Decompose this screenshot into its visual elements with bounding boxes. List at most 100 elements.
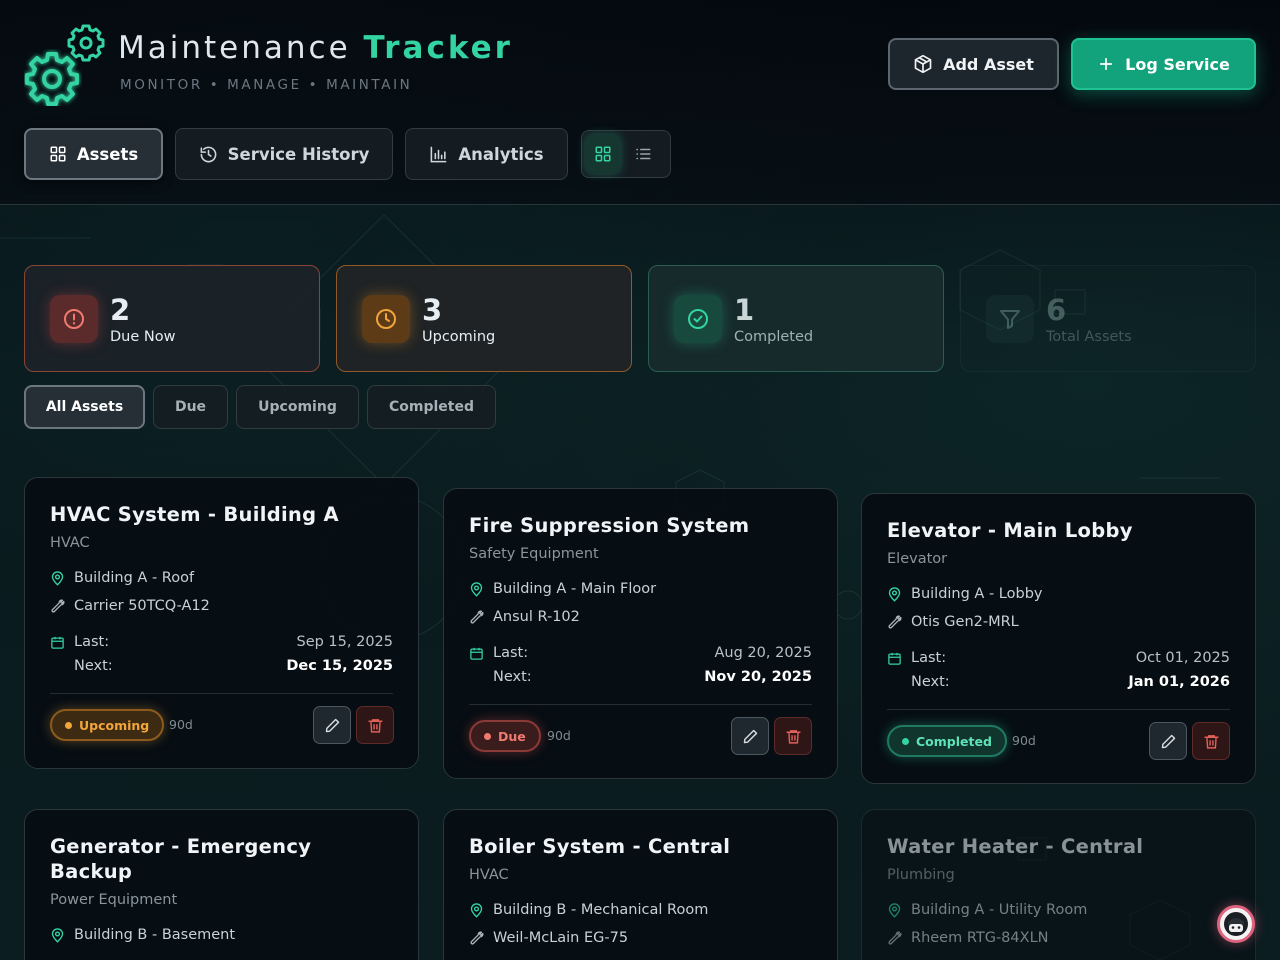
- app-title: Maintenance Tracker: [118, 30, 513, 66]
- edit-button[interactable]: [1149, 722, 1187, 760]
- filter-upcoming[interactable]: Upcoming: [236, 385, 359, 429]
- map-pin-icon: [470, 902, 483, 918]
- asset-location: Building A - Roof: [74, 570, 195, 586]
- grid-view-button[interactable]: [586, 135, 620, 173]
- last-service-label: Last:: [493, 645, 529, 661]
- tab-service-history[interactable]: Service History: [175, 128, 393, 180]
- wrench-icon: [888, 931, 902, 944]
- assistant-avatar-icon: [1224, 912, 1248, 936]
- add-asset-button[interactable]: Add Asset: [888, 38, 1059, 90]
- tab-analytics-label: Analytics: [458, 144, 544, 164]
- asset-name: Boiler System - Central: [469, 835, 731, 858]
- list-view-button[interactable]: [626, 135, 660, 173]
- asset-model-row: Weil-McLain EG-75: [469, 930, 628, 946]
- asset-location-row: Building B - Mechanical Room: [469, 902, 708, 918]
- app-title-accent: Tracker: [363, 30, 513, 66]
- edit-button[interactable]: [731, 717, 769, 755]
- asset-name: Elevator - Main Lobby: [887, 519, 1133, 542]
- pencil-icon: [325, 718, 339, 732]
- status-dot: [484, 732, 491, 740]
- alert-circle-icon: [50, 294, 98, 343]
- asset-location: Building A - Utility Room: [911, 902, 1088, 918]
- tab-assets[interactable]: Assets: [24, 128, 163, 180]
- edit-button[interactable]: [313, 706, 351, 744]
- map-pin-icon: [51, 927, 64, 943]
- trash-icon: [367, 718, 383, 733]
- asset-name-line: Generator - Emergency: [50, 835, 312, 858]
- asset-location-row: Building A - Roof: [50, 570, 194, 586]
- asset-location-row: Building A - Main Floor: [469, 581, 656, 597]
- status-label: Completed: [916, 733, 992, 749]
- asset-model-row: Otis Gen2-MRL: [887, 614, 1019, 630]
- trash-icon: [785, 729, 801, 744]
- asset-name: Water Heater - Central: [887, 835, 1144, 858]
- filter-due[interactable]: Due: [153, 385, 228, 429]
- status-dot: [65, 721, 72, 729]
- box-icon: [914, 54, 932, 74]
- service-interval: 90d: [1012, 733, 1036, 748]
- asset-model: Otis Gen2-MRL: [911, 614, 1019, 630]
- asset-card[interactable]: HVAC System - Building A HVAC Building A…: [24, 477, 419, 769]
- stat-completed-label: Completed: [734, 328, 814, 345]
- last-service-label: Last:: [911, 650, 947, 666]
- stat-upcoming-label: Upcoming: [422, 328, 496, 345]
- asset-location: Building B - Basement: [74, 927, 236, 943]
- asset-model: Weil-McLain EG-75: [493, 930, 629, 946]
- delete-button[interactable]: [356, 706, 394, 744]
- wrench-icon: [51, 599, 65, 612]
- calendar-icon: [888, 652, 901, 665]
- filter-icon: [986, 294, 1034, 343]
- app-header: Maintenance Tracker MONITOR • MANAGE • M…: [0, 0, 1280, 205]
- asset-category: HVAC: [469, 867, 509, 883]
- next-service-label: Next:: [493, 669, 532, 685]
- status-badge: Upcoming: [50, 709, 165, 741]
- tab-assets-label: Assets: [76, 144, 139, 164]
- asset-card[interactable]: Fire Suppression System Safety Equipment…: [443, 488, 838, 779]
- stat-card-upcoming[interactable]: 3 Upcoming: [336, 265, 632, 372]
- asset-name-line: Backup: [50, 860, 133, 883]
- stat-due-label: Due Now: [110, 328, 176, 345]
- status-dot: [902, 737, 909, 745]
- wrench-icon: [888, 615, 902, 628]
- asset-card[interactable]: Boiler System - Central HVAC Building B …: [443, 809, 838, 960]
- stat-due-value: 2: [110, 292, 131, 327]
- tab-service-history-label: Service History: [227, 144, 370, 164]
- asset-model: Carrier 50TCQ-A12: [74, 598, 210, 614]
- asset-model: Rheem RTG-84XLN: [911, 930, 1049, 946]
- asset-location-row: Building A - Utility Room: [887, 902, 1087, 918]
- stat-card-due[interactable]: 2 Due Now: [24, 265, 320, 372]
- asset-card[interactable]: Elevator - Main Lobby Elevator Building …: [861, 493, 1256, 784]
- grid-icon: [50, 146, 66, 162]
- assistant-avatar-button[interactable]: [1217, 905, 1255, 943]
- filter-all-assets[interactable]: All Assets: [24, 385, 145, 429]
- asset-category: Plumbing: [887, 867, 955, 883]
- asset-location-row: Building B - Basement: [50, 927, 235, 943]
- log-service-button[interactable]: Log Service: [1071, 38, 1256, 90]
- asset-category: Elevator: [887, 551, 948, 567]
- next-service-label: Next:: [74, 658, 113, 674]
- delete-button[interactable]: [1192, 722, 1230, 760]
- next-service-date: Dec 15, 2025: [286, 658, 393, 674]
- history-icon: [200, 146, 216, 162]
- delete-button[interactable]: [774, 717, 812, 755]
- asset-location: Building A - Main Floor: [493, 581, 657, 597]
- card-divider: [469, 704, 812, 705]
- stat-upcoming-value: 3: [422, 292, 443, 327]
- stat-card-total[interactable]: 6 Total Assets: [960, 265, 1256, 372]
- view-toggle: [581, 130, 671, 178]
- asset-card[interactable]: Generator - Emergency Backup Power Equip…: [24, 809, 419, 960]
- asset-category: HVAC: [50, 535, 90, 551]
- status-label: Upcoming: [79, 717, 150, 733]
- asset-model-row: Rheem RTG-84XLN: [887, 930, 1049, 946]
- calendar-icon: [51, 636, 64, 649]
- asset-card[interactable]: Water Heater - Central Plumbing Building…: [861, 809, 1256, 960]
- app-title-main: Maintenance: [118, 30, 351, 66]
- map-pin-icon: [888, 586, 901, 602]
- tab-analytics[interactable]: Analytics: [405, 128, 568, 180]
- list-icon: [636, 148, 651, 160]
- stat-card-completed[interactable]: 1 Completed: [648, 265, 944, 372]
- service-interval: 90d: [169, 717, 193, 732]
- asset-location: Building A - Lobby: [911, 586, 1043, 602]
- stat-completed-value: 1: [734, 292, 755, 327]
- filter-completed[interactable]: Completed: [367, 385, 496, 429]
